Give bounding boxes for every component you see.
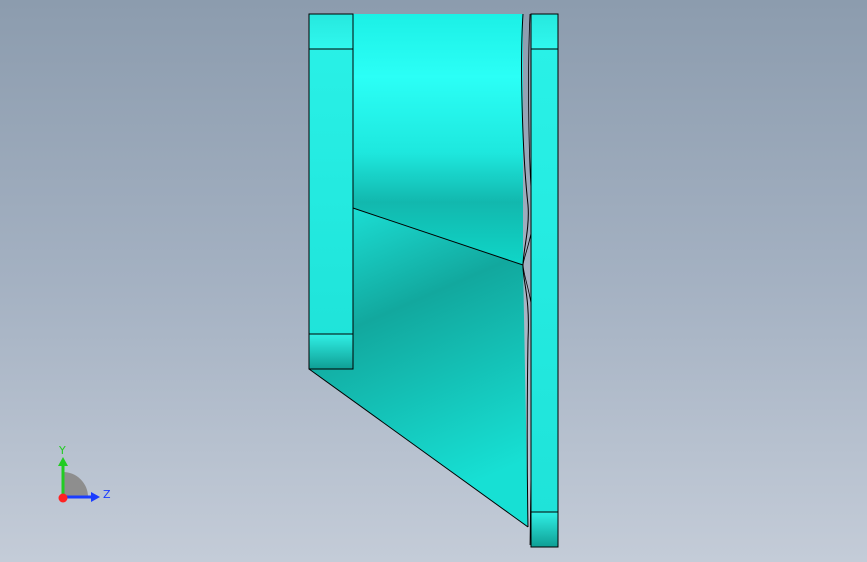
triad-z-label: Z bbox=[103, 488, 111, 501]
triad-y-arrow bbox=[58, 457, 68, 466]
triad-quadrant bbox=[63, 472, 88, 497]
3d-model[interactable] bbox=[0, 0, 867, 562]
left-flange-bottom-cap[interactable] bbox=[308, 333, 354, 370]
left-flange-top-cap[interactable] bbox=[308, 13, 354, 50]
right-flange-top-cap[interactable] bbox=[530, 13, 559, 50]
triad-x-axis bbox=[58, 493, 68, 503]
right-flange[interactable] bbox=[530, 13, 559, 548]
left-flange[interactable] bbox=[308, 13, 354, 370]
triad-y-label: Y bbox=[58, 444, 66, 457]
graphics-viewport[interactable]: Y Z bbox=[0, 0, 867, 562]
orientation-triad: Y Z bbox=[58, 444, 111, 503]
right-flange-bottom-cap[interactable] bbox=[530, 511, 559, 548]
triad-z-arrow bbox=[91, 492, 100, 502]
